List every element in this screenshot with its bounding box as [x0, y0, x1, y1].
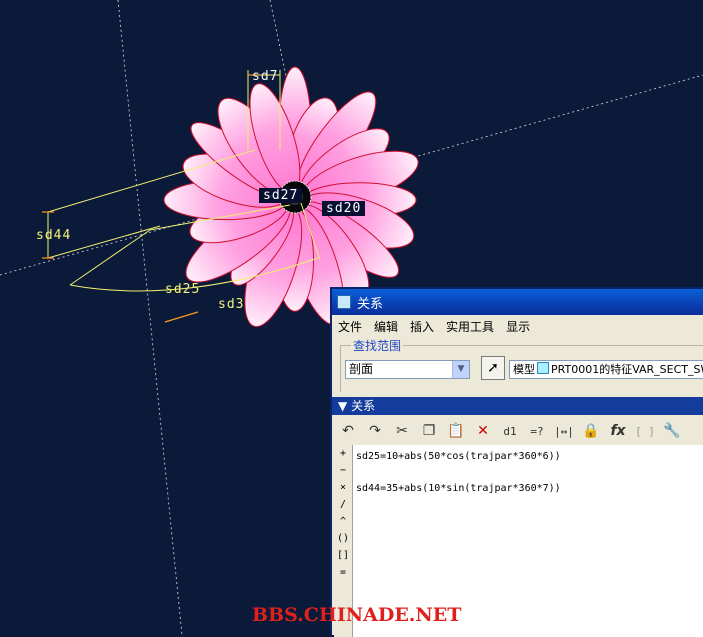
menu-file[interactable]: 文件 — [338, 318, 362, 335]
delete-icon[interactable]: ✕ — [471, 420, 495, 442]
feature-icon — [537, 362, 549, 374]
sort-icon[interactable]: 🔧 — [660, 420, 684, 442]
watermark-text: BBS.CHINADE.NET — [252, 604, 462, 626]
relation-line-2[interactable]: sd44=35+abs(10*sin(trajpar*360*7)) — [356, 483, 561, 494]
redo-icon[interactable]: ↷ — [363, 420, 387, 442]
switch-dim-icon[interactable]: d1 — [498, 420, 522, 442]
relations-toolbar: ↶ ↷ ✂ ❐ 📋 ✕ d1 =? |↔| 🔒 fx [ ] 🔧 — [334, 418, 703, 444]
dialog-titlebar[interactable]: 关系 — [332, 289, 703, 315]
scope-type-select[interactable]: 剖面 ▼ — [345, 360, 470, 379]
measure-icon[interactable]: |↔| — [552, 420, 576, 442]
dim-sd27[interactable]: sd27 — [259, 188, 303, 203]
undo-icon[interactable]: ↶ — [336, 420, 360, 442]
dim-sd7[interactable]: sd7 — [252, 69, 278, 84]
lookup-scope-group: 查找范围 剖面 ▼ ➚ 模型 PRT0001的特征VAR_SECT_SWEE — [340, 337, 703, 392]
function-icon[interactable]: fx — [606, 420, 630, 442]
relations-section-label: 关系 — [351, 399, 376, 413]
bracket-icon[interactable]: [ ] — [633, 420, 657, 442]
model-feature-field[interactable]: 模型 PRT0001的特征VAR_SECT_SWEE — [509, 360, 703, 379]
window-icon — [337, 295, 351, 309]
relation-line-1[interactable]: sd25=10+abs(50*cos(trajpar*360*6)) — [356, 451, 561, 462]
dim-sd25[interactable]: sd25 — [165, 282, 200, 297]
scope-type-value: 剖面 — [349, 362, 374, 376]
op-equals[interactable]: = — [334, 564, 352, 581]
lookup-scope-legend: 查找范围 — [351, 337, 404, 354]
lock-icon[interactable]: 🔒 — [579, 420, 603, 442]
op-minus[interactable]: − — [334, 462, 352, 479]
collapse-triangle-icon[interactable]: ▼ — [338, 399, 347, 413]
menu-bar: 文件 编辑 插入 实用工具 显示 — [332, 315, 703, 337]
select-pointer-button[interactable]: ➚ — [481, 356, 505, 380]
op-plus[interactable]: + — [334, 445, 352, 462]
relations-section-header[interactable]: ▼ 关系 — [332, 397, 703, 415]
op-divide[interactable]: / — [334, 496, 352, 513]
dialog-title: 关系 — [357, 296, 384, 312]
dim-sd44[interactable]: sd44 — [36, 228, 71, 243]
menu-edit[interactable]: 编辑 — [374, 318, 398, 335]
op-parens[interactable]: () — [334, 530, 352, 547]
menu-insert[interactable]: 插入 — [410, 318, 434, 335]
relations-dialog: 关系 文件 编辑 插入 实用工具 显示 查找范围 剖面 ▼ ➚ 模型 PRT000… — [330, 287, 703, 637]
dim-sd3[interactable]: sd3 — [218, 297, 244, 312]
evaluate-icon[interactable]: =? — [525, 420, 549, 442]
op-power[interactable]: ^ — [334, 513, 352, 530]
op-brackets[interactable]: [] — [334, 547, 352, 564]
copy-icon[interactable]: ❐ — [417, 420, 441, 442]
chevron-down-icon[interactable]: ▼ — [452, 361, 469, 378]
model-label: 模型 — [513, 363, 535, 376]
dim-sd20[interactable]: sd20 — [322, 201, 366, 216]
cut-icon[interactable]: ✂ — [390, 420, 414, 442]
paste-icon[interactable]: 📋 — [444, 420, 468, 442]
op-times[interactable]: × — [334, 479, 352, 496]
pointer-icon: ➚ — [487, 360, 499, 376]
model-feature-value: PRT0001的特征VAR_SECT_SWEE — [551, 363, 703, 376]
menu-display[interactable]: 显示 — [506, 318, 530, 335]
menu-utilities[interactable]: 实用工具 — [446, 318, 494, 335]
